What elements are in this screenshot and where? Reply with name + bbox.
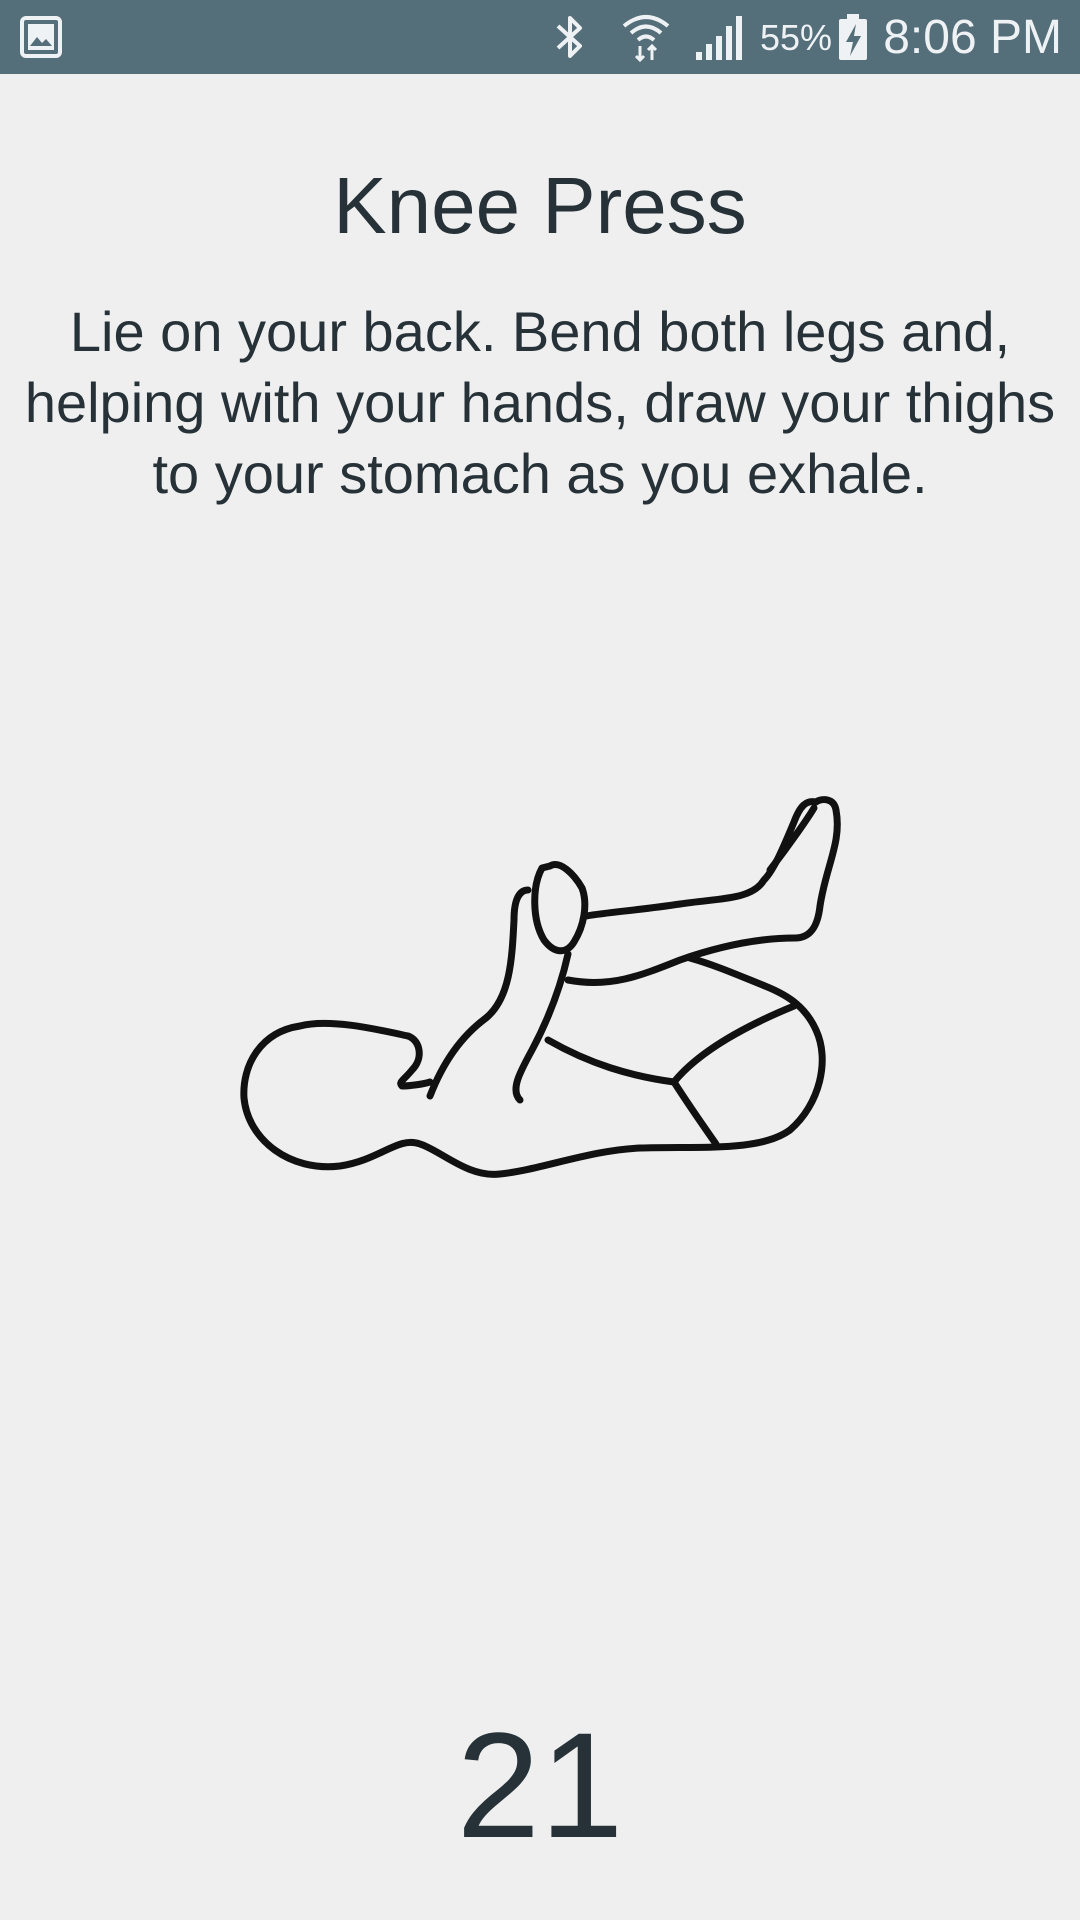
bluetooth-icon (556, 16, 582, 58)
image-icon (20, 16, 62, 58)
wifi-icon (622, 15, 670, 62)
status-bar: 55% 8:06 PM (0, 0, 1080, 74)
status-clock: 8:06 PM (883, 11, 1062, 64)
knee-press-figure (240, 796, 841, 1178)
rep-counter: 21 (456, 1701, 624, 1869)
exercise-title: Knee Press (333, 161, 747, 250)
exercise-description: Lie on your back. Bend both legs and, he… (24, 300, 1056, 505)
battery-charging-icon (839, 14, 867, 60)
battery-percent: 55% (760, 17, 833, 58)
exercise-screen: 55% 8:06 PM Knee Press Lie on your back.… (0, 0, 1080, 1920)
signal-icon (696, 16, 742, 60)
